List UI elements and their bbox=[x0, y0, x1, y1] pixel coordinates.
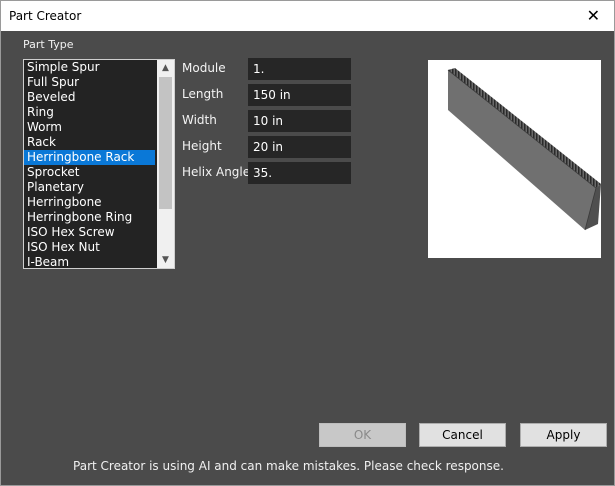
module-input[interactable] bbox=[248, 58, 351, 80]
apply-button[interactable]: Apply bbox=[520, 423, 607, 447]
part-type-listbox[interactable]: Simple Spur Full Spur Beveled Ring Worm … bbox=[23, 59, 175, 269]
length-label: Length bbox=[182, 87, 224, 101]
list-item-sprocket[interactable]: Sprocket bbox=[24, 165, 155, 180]
part-type-label: Part Type bbox=[23, 38, 74, 51]
window-title: Part Creator bbox=[9, 9, 82, 23]
ok-button[interactable]: OK bbox=[319, 423, 406, 447]
list-item-simple-spur[interactable]: Simple Spur bbox=[24, 60, 155, 75]
list-item-herringbone[interactable]: Herringbone bbox=[24, 195, 155, 210]
list-item-worm[interactable]: Worm bbox=[24, 120, 155, 135]
width-label: Width bbox=[182, 113, 217, 127]
list-item-full-spur[interactable]: Full Spur bbox=[24, 75, 155, 90]
list-item-iso-hex-screw[interactable]: ISO Hex Screw bbox=[24, 225, 155, 240]
list-item-iso-hex-nut[interactable]: ISO Hex Nut bbox=[24, 240, 155, 255]
title-bar: Part Creator ✕ bbox=[1, 1, 614, 31]
ai-disclaimer: Part Creator is using AI and can make mi… bbox=[73, 459, 504, 473]
list-item-ring[interactable]: Ring bbox=[24, 105, 155, 120]
scroll-up-icon[interactable]: ▲ bbox=[157, 60, 174, 76]
list-scrollbar[interactable]: ▲ ▼ bbox=[157, 60, 174, 268]
scroll-thumb[interactable] bbox=[159, 77, 172, 209]
list-item-i-beam[interactable]: I-Beam bbox=[24, 255, 155, 268]
list-item-beveled[interactable]: Beveled bbox=[24, 90, 155, 105]
part-creator-window: Part Creator ✕ Part Type Simple Spur Ful… bbox=[0, 0, 615, 486]
module-label: Module bbox=[182, 61, 226, 75]
height-label: Height bbox=[182, 139, 222, 153]
list-item-rack[interactable]: Rack bbox=[24, 135, 155, 150]
part-type-list: Simple Spur Full Spur Beveled Ring Worm … bbox=[24, 60, 155, 268]
list-item-herringbone-rack[interactable]: Herringbone Rack bbox=[24, 150, 155, 165]
helix-angle-label: Helix Angle bbox=[182, 165, 251, 179]
herringbone-rack-icon bbox=[447, 68, 601, 231]
close-icon[interactable]: ✕ bbox=[587, 6, 600, 25]
scroll-down-icon[interactable]: ▼ bbox=[157, 252, 174, 268]
width-input[interactable] bbox=[248, 110, 351, 132]
cancel-button[interactable]: Cancel bbox=[419, 423, 506, 447]
part-preview bbox=[428, 60, 601, 258]
list-item-planetary[interactable]: Planetary bbox=[24, 180, 155, 195]
length-input[interactable] bbox=[248, 84, 351, 106]
height-input[interactable] bbox=[248, 136, 351, 158]
helix-angle-input[interactable] bbox=[248, 162, 351, 184]
list-item-herringbone-ring[interactable]: Herringbone Ring bbox=[24, 210, 155, 225]
